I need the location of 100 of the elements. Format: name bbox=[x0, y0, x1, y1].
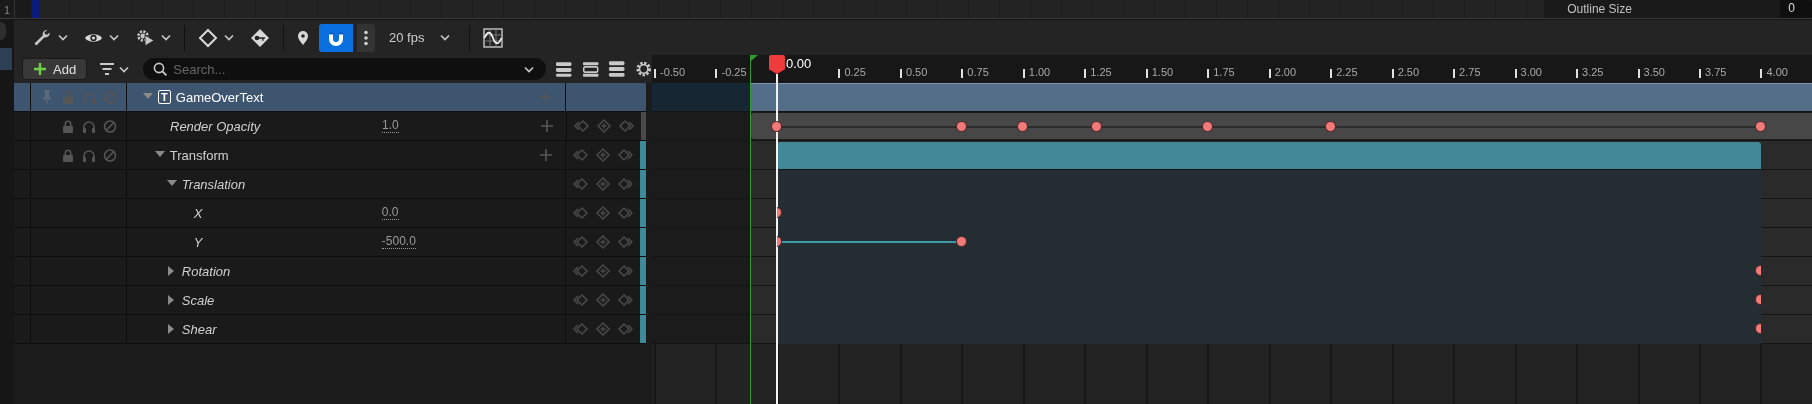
add-key-icon[interactable] bbox=[595, 292, 612, 308]
disable-icon[interactable] bbox=[102, 147, 117, 163]
track-row[interactable]: Translation bbox=[14, 170, 646, 199]
track-name[interactable]: GameOverText bbox=[175, 89, 264, 105]
compact-rows-icon[interactable] bbox=[555, 60, 573, 78]
curve-graph-icon bbox=[483, 27, 504, 48]
track-name[interactable]: Rotation bbox=[181, 263, 231, 279]
keyframe-marker[interactable] bbox=[1018, 122, 1027, 131]
keyframe-marker[interactable] bbox=[1325, 122, 1335, 131]
previous-key-icon[interactable] bbox=[573, 321, 590, 337]
track-name[interactable]: Transform bbox=[169, 147, 229, 163]
kebab-icon bbox=[364, 29, 368, 46]
lock-icon[interactable] bbox=[60, 147, 75, 163]
track-name[interactable]: X bbox=[193, 205, 203, 221]
settings-icon[interactable] bbox=[634, 60, 652, 78]
track-row[interactable]: T GameOverText bbox=[14, 83, 646, 112]
fps-dropdown[interactable]: 20 fps bbox=[379, 23, 463, 52]
value-field[interactable]: 0.0 bbox=[381, 206, 399, 220]
next-key-icon[interactable] bbox=[617, 147, 634, 163]
playback-start-line[interactable] bbox=[750, 55, 757, 404]
lock-icon[interactable] bbox=[61, 118, 75, 134]
add-track-icon[interactable] bbox=[540, 119, 554, 133]
add-key-icon[interactable] bbox=[596, 118, 612, 134]
time-label: 2.50 bbox=[1397, 67, 1420, 78]
caret-icon bbox=[524, 66, 535, 73]
previous-key-icon[interactable] bbox=[573, 263, 590, 279]
track-row[interactable]: Render Opacity 1.0 bbox=[14, 112, 646, 141]
headphones-icon[interactable] bbox=[82, 118, 96, 134]
disable-icon[interactable] bbox=[103, 118, 117, 134]
time-label: 1.75 bbox=[1213, 67, 1235, 78]
search-field[interactable]: Search... bbox=[143, 58, 547, 80]
diamond-icon bbox=[198, 27, 218, 48]
previous-key-icon[interactable] bbox=[573, 292, 590, 308]
previous-key-icon[interactable] bbox=[573, 147, 590, 163]
add-key-icon[interactable] bbox=[595, 263, 612, 279]
relaxed-rows-icon[interactable] bbox=[608, 60, 626, 78]
time-label: 0.25 bbox=[844, 67, 866, 78]
magnet-button[interactable] bbox=[319, 23, 353, 52]
next-key-icon[interactable] bbox=[617, 321, 634, 337]
time-label: 0.50 bbox=[905, 67, 928, 78]
plus-icon bbox=[33, 62, 47, 76]
time-label: 0.75 bbox=[967, 67, 989, 78]
panel-handle[interactable] bbox=[0, 22, 6, 40]
playhead-line[interactable] bbox=[775, 74, 778, 404]
previous-key-icon[interactable] bbox=[574, 118, 590, 134]
next-key-icon[interactable] bbox=[617, 263, 634, 279]
track-row[interactable]: Y -500.0 bbox=[14, 228, 646, 257]
track-name[interactable]: Shear bbox=[181, 321, 217, 337]
caret-icon bbox=[58, 34, 68, 41]
track-row[interactable]: Rotation bbox=[14, 257, 646, 286]
next-key-icon[interactable] bbox=[617, 234, 634, 250]
keyframe-marker[interactable] bbox=[956, 237, 966, 246]
keyframe-marker[interactable] bbox=[1756, 122, 1765, 131]
keyframe-marker[interactable] bbox=[956, 122, 966, 131]
track-row[interactable]: Scale bbox=[14, 286, 646, 315]
previous-key-icon[interactable] bbox=[573, 234, 590, 250]
next-key-icon[interactable] bbox=[617, 205, 634, 221]
time-label: 2.00 bbox=[1274, 67, 1297, 78]
add-key-icon[interactable] bbox=[595, 176, 612, 192]
value-field[interactable]: 1.0 bbox=[382, 119, 399, 133]
next-key-icon[interactable] bbox=[617, 176, 634, 192]
track-name[interactable]: Y bbox=[193, 234, 203, 250]
number-field[interactable]: 0 bbox=[1780, 0, 1812, 18]
options-button[interactable] bbox=[357, 23, 375, 52]
previous-key-icon[interactable] bbox=[573, 176, 590, 192]
add-key-icon[interactable] bbox=[595, 205, 612, 221]
key-diamond-icon bbox=[250, 27, 270, 48]
headphones-icon[interactable] bbox=[81, 147, 96, 163]
value-field[interactable]: -500.0 bbox=[381, 235, 416, 249]
property-label: Outline Size bbox=[1567, 2, 1633, 16]
next-key-icon[interactable] bbox=[617, 292, 634, 308]
add-key-icon[interactable] bbox=[595, 234, 612, 250]
track-row[interactable]: X 0.0 bbox=[14, 199, 646, 228]
scrollbar-thumb[interactable] bbox=[641, 112, 646, 140]
add-button[interactable]: Add bbox=[22, 58, 88, 80]
time-label: 3.50 bbox=[1643, 67, 1665, 78]
add-track-icon[interactable] bbox=[539, 148, 554, 162]
track-row[interactable]: Shear bbox=[14, 315, 646, 344]
add-key-icon[interactable] bbox=[595, 321, 612, 337]
location-pin-icon bbox=[297, 29, 309, 46]
caret-icon bbox=[119, 65, 130, 73]
keyframe-marker[interactable] bbox=[1202, 122, 1212, 131]
gear-play-icon bbox=[135, 28, 155, 47]
caret-icon bbox=[161, 34, 171, 41]
wrench-icon bbox=[32, 27, 52, 48]
track-row[interactable]: Transform bbox=[14, 141, 646, 170]
time-label: 3.25 bbox=[1582, 67, 1604, 78]
normal-rows-icon[interactable] bbox=[581, 60, 600, 78]
track-name[interactable]: Render Opacity bbox=[170, 118, 261, 134]
keyframe-marker[interactable] bbox=[772, 122, 781, 131]
caret-icon bbox=[440, 34, 451, 41]
track-name[interactable]: Scale bbox=[181, 292, 215, 308]
filter-icon bbox=[99, 62, 116, 76]
add-track-icon[interactable] bbox=[539, 90, 554, 104]
next-key-icon[interactable] bbox=[618, 118, 634, 134]
track-name[interactable]: Translation bbox=[181, 176, 246, 192]
add-key-icon[interactable] bbox=[595, 147, 612, 163]
previous-key-icon[interactable] bbox=[573, 205, 590, 221]
text-type-icon: T bbox=[157, 90, 171, 104]
keyframe-marker[interactable] bbox=[1091, 122, 1101, 131]
